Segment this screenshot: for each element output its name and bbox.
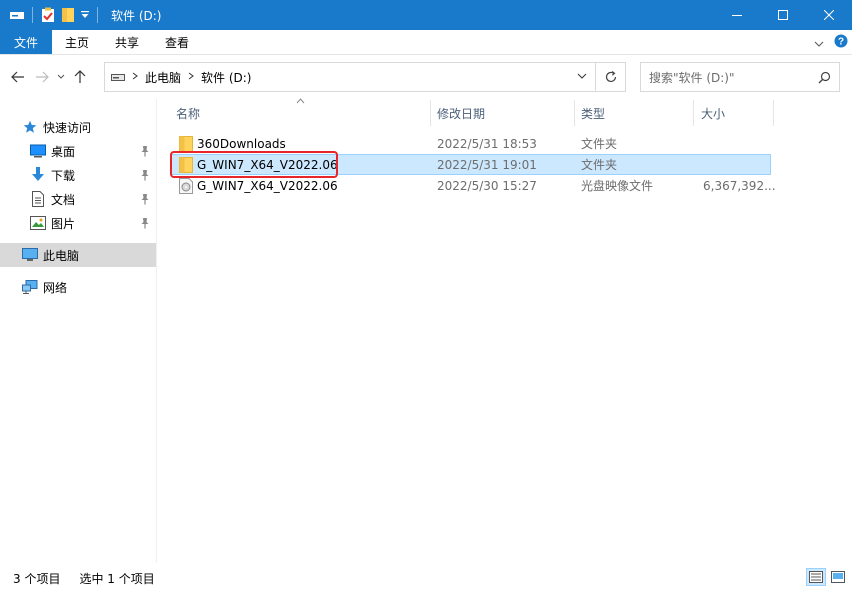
- up-button[interactable]: [68, 62, 92, 92]
- file-type: 文件夹: [581, 158, 618, 172]
- large-icons-view-button[interactable]: [828, 568, 848, 586]
- quick-access-toolbar: [0, 0, 103, 30]
- maximize-button[interactable]: [760, 0, 806, 30]
- title-bar: 软件 (D:): [0, 0, 852, 30]
- drive-icon[interactable]: [7, 0, 27, 30]
- file-date: 2022/5/31 18:53: [437, 136, 537, 151]
- file-row-selected[interactable]: G_WIN7_X64_V2022.06 2022/5/31 19:01 文件夹: [170, 154, 771, 175]
- nav-item-quick-access[interactable]: 快速访问: [0, 115, 156, 139]
- search-input[interactable]: 搜索"软件 (D:)": [640, 62, 840, 92]
- customize-toolbar-dropdown-icon[interactable]: [78, 0, 92, 30]
- navigation-bar: 此电脑 软件 (D:) 搜索"软件 (D:)": [0, 55, 852, 99]
- drive-icon: [111, 72, 125, 82]
- new-folder-icon[interactable]: [58, 0, 78, 30]
- svg-text:?: ?: [838, 37, 844, 48]
- nav-item-downloads[interactable]: 下载: [0, 163, 156, 187]
- nav-item-label: 桌面: [51, 144, 76, 159]
- nav-item-pictures[interactable]: 图片: [0, 211, 156, 235]
- file-date: 2022/5/30 15:27: [437, 178, 537, 193]
- window-title: 软件 (D:): [111, 8, 162, 23]
- chevron-right-icon[interactable]: [132, 72, 138, 83]
- file-type: 光盘映像文件: [581, 179, 654, 193]
- breadcrumb-drive-d[interactable]: 软件 (D:): [201, 69, 251, 86]
- expand-ribbon-icon[interactable]: [814, 36, 824, 50]
- recent-locations-dropdown[interactable]: [54, 62, 68, 92]
- pictures-icon: [30, 215, 46, 231]
- address-history-dropdown-icon[interactable]: [577, 73, 587, 79]
- download-icon: [30, 167, 46, 183]
- refresh-button[interactable]: [596, 62, 626, 92]
- chevron-right-icon[interactable]: [188, 72, 194, 83]
- tab-home[interactable]: 主页: [52, 30, 102, 54]
- nav-item-label: 此电脑: [43, 248, 80, 263]
- nav-item-network[interactable]: 网络: [0, 275, 156, 299]
- column-header-size[interactable]: 大小: [695, 99, 773, 127]
- minimize-button[interactable]: [714, 0, 760, 30]
- close-button[interactable]: [806, 0, 852, 30]
- properties-icon[interactable]: [38, 0, 58, 30]
- star-icon: [22, 119, 38, 135]
- file-row[interactable]: G_WIN7_X64_V2022.06 2022/5/30 15:27 光盘映像…: [170, 175, 776, 197]
- pin-icon[interactable]: [140, 169, 150, 184]
- column-header-type[interactable]: 类型: [575, 99, 693, 127]
- file-row[interactable]: 360Downloads 2022/5/31 18:53 文件夹: [170, 133, 771, 154]
- network-icon: [22, 279, 38, 295]
- nav-item-label: 文档: [51, 192, 76, 207]
- tab-file[interactable]: 文件: [0, 30, 53, 54]
- desktop-icon: [30, 143, 46, 159]
- item-count: 3 个项目: [13, 572, 61, 586]
- nav-item-label: 网络: [43, 280, 68, 295]
- breadcrumb-this-pc[interactable]: 此电脑: [145, 69, 181, 86]
- column-header-name[interactable]: 名称: [170, 99, 430, 127]
- folder-icon: [179, 157, 193, 176]
- forward-button[interactable]: [30, 62, 54, 92]
- disc-image-icon: [179, 178, 193, 197]
- nav-item-documents[interactable]: 文档: [0, 187, 156, 211]
- column-header-date[interactable]: 修改日期: [431, 99, 574, 127]
- search-placeholder: 搜索"软件 (D:)": [649, 70, 735, 85]
- nav-item-desktop[interactable]: 桌面: [0, 139, 156, 163]
- pin-icon[interactable]: [140, 193, 150, 208]
- pin-icon[interactable]: [140, 145, 150, 160]
- nav-item-this-pc[interactable]: 此电脑: [0, 243, 156, 267]
- pin-icon[interactable]: [140, 217, 150, 232]
- tab-share[interactable]: 共享: [102, 30, 152, 54]
- back-button[interactable]: [6, 62, 30, 92]
- selection-count: 选中 1 个项目: [79, 572, 155, 586]
- folder-icon: [179, 136, 193, 155]
- search-icon[interactable]: [818, 71, 831, 84]
- tab-view[interactable]: 查看: [152, 30, 202, 54]
- file-name: G_WIN7_X64_V2022.06: [197, 157, 338, 172]
- file-name: G_WIN7_X64_V2022.06: [197, 178, 338, 193]
- document-icon: [30, 191, 46, 207]
- file-size: 6,367,392...: [703, 178, 776, 193]
- address-bar[interactable]: 此电脑 软件 (D:): [104, 62, 596, 92]
- status-bar: 3 个项目 选中 1 个项目: [0, 568, 852, 589]
- details-view-button[interactable]: [806, 568, 826, 586]
- file-type: 文件夹: [581, 137, 618, 151]
- file-name: 360Downloads: [197, 136, 286, 151]
- navigation-pane: 快速访问 桌面 下载 文档 图片 此电脑 网络: [0, 99, 157, 563]
- help-icon[interactable]: ?: [834, 34, 848, 51]
- nav-item-label: 图片: [51, 216, 76, 231]
- ribbon-tabs: 文件 主页 共享 查看 ?: [0, 30, 852, 55]
- nav-item-label: 下载: [51, 168, 76, 183]
- computer-icon: [22, 247, 38, 263]
- nav-item-label: 快速访问: [43, 120, 92, 135]
- file-date: 2022/5/31 19:01: [437, 157, 537, 172]
